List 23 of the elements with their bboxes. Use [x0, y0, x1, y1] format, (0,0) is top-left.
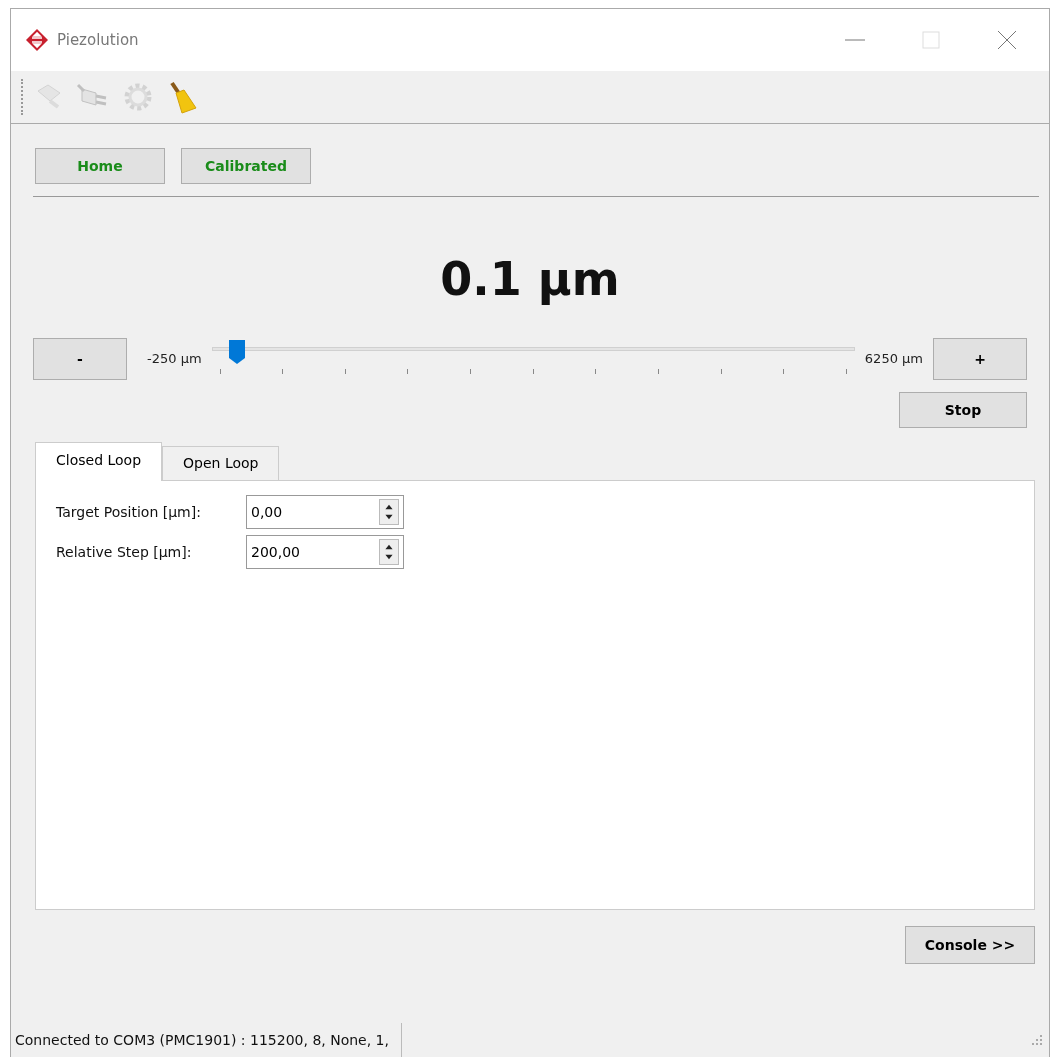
console-button[interactable]: Console >> — [905, 926, 1035, 964]
field-label: Target Position [µm]: — [56, 502, 202, 522]
maximize-icon — [922, 31, 940, 49]
spinner-arrows-icon[interactable] — [379, 539, 399, 565]
position-readout: 0.1 µm — [439, 251, 621, 308]
window-title: Piezolution — [57, 29, 139, 51]
plus-button[interactable]: + — [933, 338, 1027, 380]
spin-field[interactable]: 0,00 — [246, 495, 404, 529]
app-logo-icon — [25, 28, 49, 52]
resize-grip-icon — [1031, 1034, 1043, 1046]
slider-max-label: 6250 µm — [864, 350, 923, 369]
tab[interactable]: Open Loop — [162, 446, 280, 480]
minus-button[interactable]: - — [33, 338, 127, 380]
slider-min-label: -250 µm — [147, 350, 202, 369]
slider-thumb[interactable] — [228, 339, 247, 365]
stop-button[interactable]: Stop — [899, 392, 1027, 428]
close-icon — [997, 30, 1017, 50]
spin-field[interactable]: 200,00 — [246, 535, 404, 569]
field-label: Relative Step [µm]: — [56, 542, 193, 562]
spinner-arrows-icon[interactable] — [379, 499, 399, 525]
minimize-icon — [845, 38, 865, 42]
tab[interactable]: Closed Loop — [35, 442, 163, 481]
status-text: Connected to COM3 (PMC1901) : 115200, 8, None, 1, — [11, 1023, 402, 1057]
